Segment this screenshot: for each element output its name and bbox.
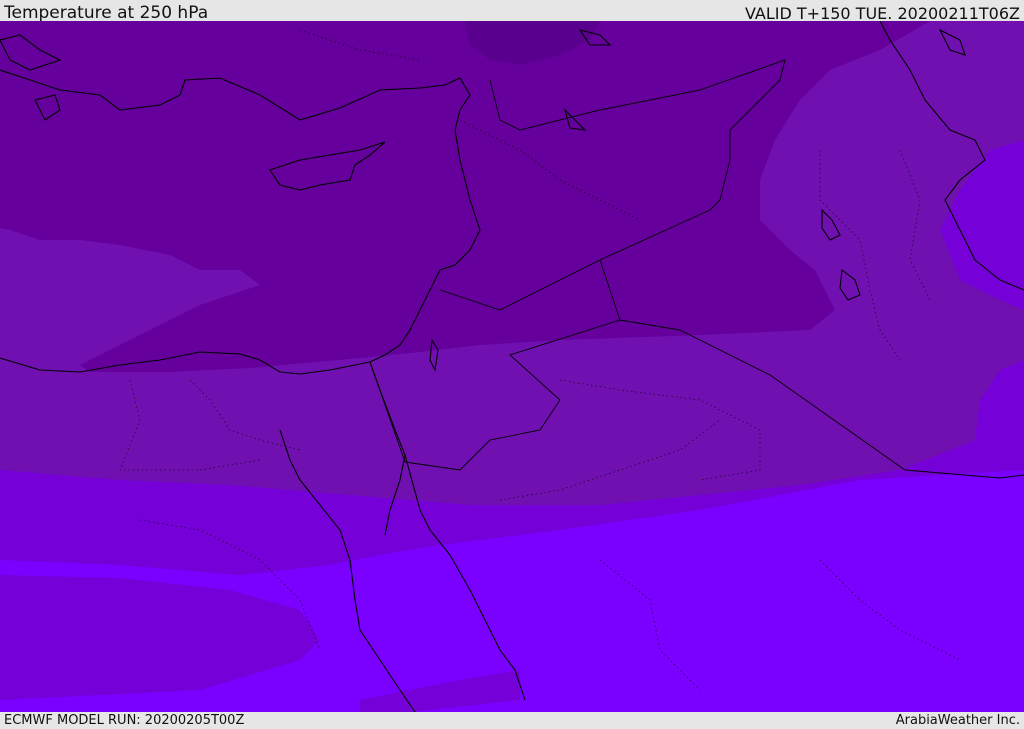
- model-run-label: ECMWF MODEL RUN: 20200205T00Z: [4, 713, 245, 728]
- map-title: Temperature at 250 hPa: [4, 3, 209, 23]
- temperature-map[interactable]: [0, 21, 1024, 712]
- header-bar: Temperature at 250 hPa VALID T+150 TUE. …: [0, 0, 1024, 23]
- credit-label: ArabiaWeather Inc.: [895, 713, 1020, 728]
- map-frame: Temperature at 250 hPa VALID T+150 TUE. …: [0, 0, 1024, 729]
- footer-bar: ECMWF MODEL RUN: 20200205T00Z ArabiaWeat…: [0, 712, 1024, 729]
